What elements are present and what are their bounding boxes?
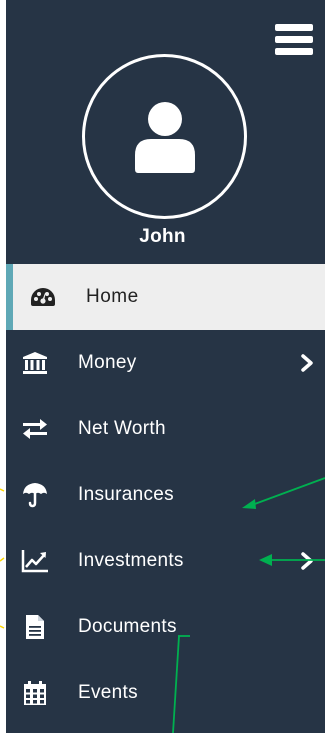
sidebar-item-investments[interactable]: Investments <box>6 528 325 594</box>
calendar-icon <box>20 678 50 708</box>
sidebar-menu: Home Money Net Worth Insurances Investme… <box>6 264 325 726</box>
sidebar-item-net-worth[interactable]: Net Worth <box>6 396 325 462</box>
sidebar: John Home Money Net Worth Insurances Inv… <box>6 0 325 733</box>
bank-icon <box>20 348 50 378</box>
exchange-arrows-icon <box>20 414 50 444</box>
umbrella-icon <box>20 480 50 510</box>
chevron-right-icon[interactable] <box>297 551 317 571</box>
user-icon <box>134 101 195 173</box>
sidebar-item-documents[interactable]: Documents <box>6 594 325 660</box>
chevron-right-icon[interactable] <box>297 353 317 373</box>
sidebar-item-label: Net Worth <box>78 418 166 439</box>
tachometer-icon <box>28 282 58 312</box>
avatar[interactable] <box>82 54 247 219</box>
sidebar-item-label: Money <box>78 352 137 373</box>
active-indicator <box>6 264 13 330</box>
sidebar-item-label: Events <box>78 682 138 703</box>
sidebar-item-label: Investments <box>78 550 184 571</box>
line-chart-icon <box>20 546 50 576</box>
sidebar-item-label: Insurances <box>78 484 174 505</box>
sidebar-item-home[interactable]: Home <box>6 264 325 330</box>
sidebar-item-label: Documents <box>78 616 177 637</box>
sidebar-item-money[interactable]: Money <box>6 330 325 396</box>
hamburger-menu-icon[interactable] <box>275 24 313 60</box>
user-name: John <box>139 226 186 247</box>
sidebar-item-insurances[interactable]: Insurances <box>6 462 325 528</box>
annotation-marks-left <box>0 488 5 629</box>
sidebar-item-events[interactable]: Events <box>6 660 325 726</box>
document-icon <box>20 612 50 642</box>
sidebar-item-label: Home <box>86 286 139 307</box>
